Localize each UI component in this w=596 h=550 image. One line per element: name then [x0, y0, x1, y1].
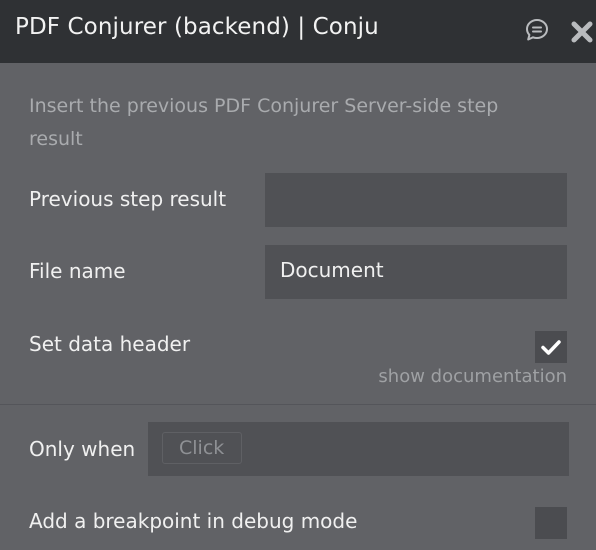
section-divider	[0, 404, 596, 405]
panel-header: PDF Conjurer (backend) | Conju	[0, 0, 596, 63]
show-documentation-link[interactable]: show documentation	[378, 366, 567, 387]
comment-icon[interactable]	[524, 17, 550, 43]
checkmark-icon	[541, 340, 561, 355]
only-when-label: Only when	[29, 437, 136, 461]
file-name-label: File name	[29, 259, 126, 283]
set-data-header-label: Set data header	[29, 332, 191, 356]
breakpoint-label: Add a breakpoint in debug mode	[29, 509, 358, 533]
previous-step-result-input[interactable]	[265, 173, 567, 227]
click-expression-chip[interactable]: Click	[162, 432, 242, 464]
set-data-header-checkbox[interactable]	[535, 331, 567, 363]
file-name-value: Document	[280, 258, 384, 282]
panel-title: PDF Conjurer (backend) | Conju	[15, 14, 379, 40]
file-name-input[interactable]: Document	[265, 245, 567, 299]
breakpoint-checkbox[interactable]	[535, 507, 567, 539]
close-icon[interactable]	[570, 20, 594, 44]
step-description: Insert the previous PDF Conjurer Server-…	[29, 95, 499, 150]
previous-step-result-label: Previous step result	[29, 187, 227, 211]
only-when-condition-input[interactable]: Click	[148, 422, 569, 476]
